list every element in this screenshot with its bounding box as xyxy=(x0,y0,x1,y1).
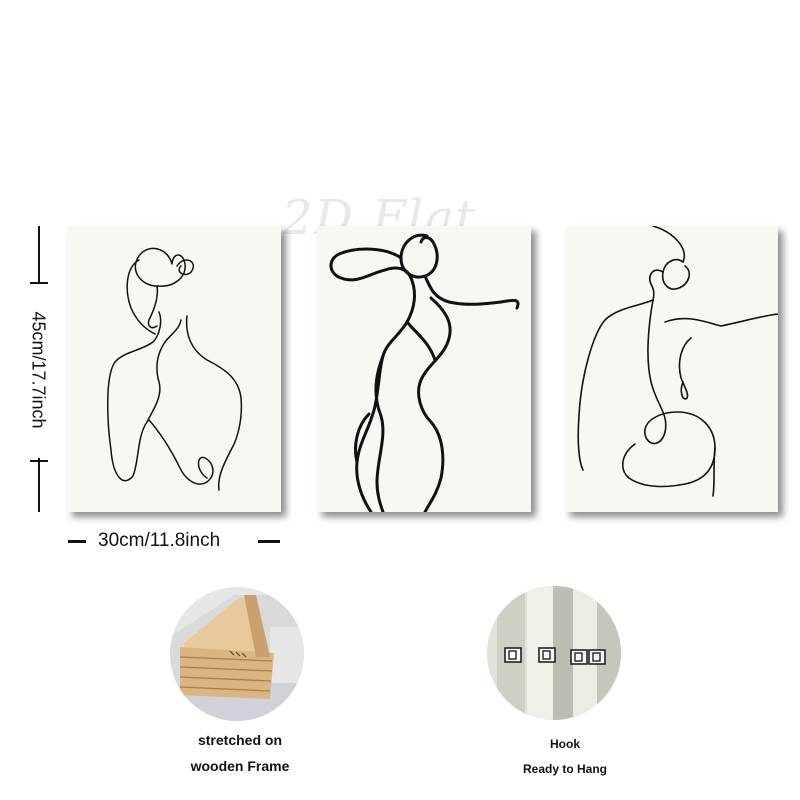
wooden-frame-photo xyxy=(170,587,304,721)
art-panel-1 xyxy=(67,226,281,512)
height-dimension-line-bottom xyxy=(38,458,40,512)
woman-figure-line-drawing-icon xyxy=(329,233,520,512)
height-dimension-tick-top xyxy=(30,282,48,284)
width-dimension-dash-right xyxy=(258,540,280,543)
frame-caption-line1: stretched on xyxy=(197,732,282,748)
wooden-frame-corner-photo-icon xyxy=(170,587,304,721)
art-panel-2 xyxy=(317,226,531,512)
height-dimension-tick-bottom xyxy=(30,460,48,462)
width-dimension-dash-left xyxy=(68,540,86,543)
hooks-photo xyxy=(487,586,621,720)
hanging-hooks-photo-icon xyxy=(487,586,621,720)
frame-caption-line2: wooden Frame xyxy=(190,758,290,774)
height-label: 45cm/17.7inch xyxy=(28,311,49,429)
art-panel-3 xyxy=(565,226,778,512)
woman-back-line-drawing-icon xyxy=(107,247,243,491)
hook-caption-line1: Hook xyxy=(550,737,580,751)
width-label: 30cm/11.8inch xyxy=(98,530,221,551)
woman-seated-line-drawing-icon xyxy=(577,226,778,497)
height-dimension-line-top xyxy=(38,226,40,284)
hook-caption-line2: Ready to Hang xyxy=(522,762,607,776)
